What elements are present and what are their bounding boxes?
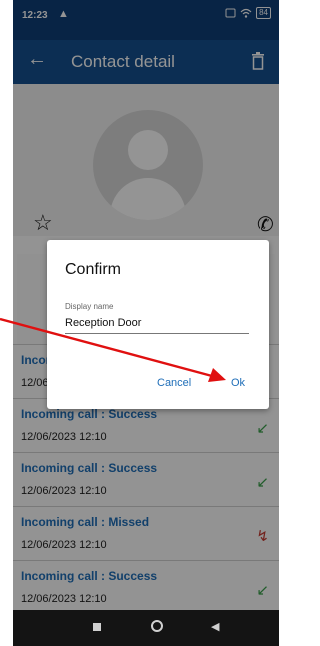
display-name-input[interactable] [65, 315, 249, 334]
confirm-dialog: Confirm Display name Cancel Ok [47, 240, 269, 409]
system-nav-bar: ◀ [13, 610, 279, 646]
recents-icon[interactable] [93, 623, 101, 631]
display-name-label: Display name [65, 302, 114, 311]
ok-button[interactable]: Ok [231, 377, 245, 389]
home-icon[interactable] [151, 620, 163, 632]
nav-back-icon[interactable]: ◀ [211, 620, 219, 633]
phone-screen: 12:23 ▲ 84 ← Contact detail ☆ ✆ ✎ [13, 0, 279, 646]
dialog-title: Confirm [65, 261, 122, 278]
cancel-button[interactable]: Cancel [157, 377, 191, 389]
